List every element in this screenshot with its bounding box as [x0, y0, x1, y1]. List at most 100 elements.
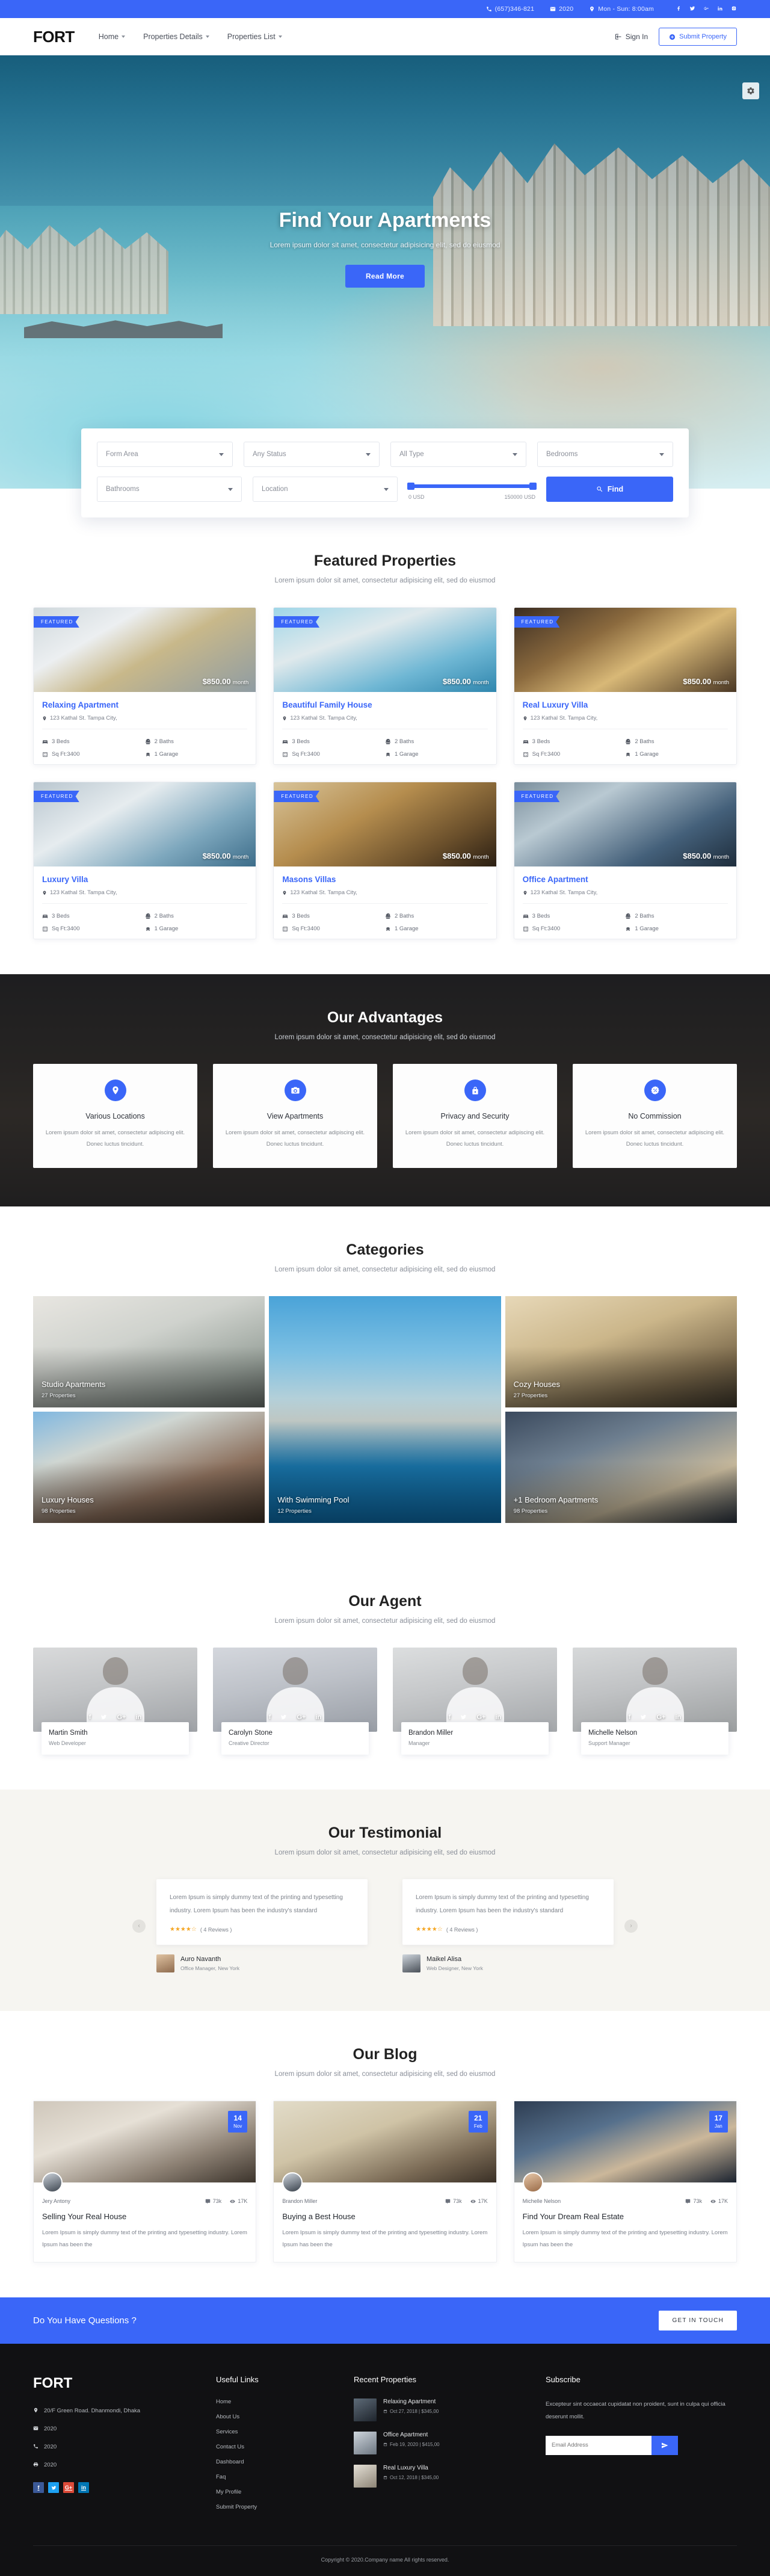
agent-card[interactable]: f G+ in Carolyn Stone Creative Director [213, 1648, 377, 1755]
submit-property-button[interactable]: Submit Property [659, 28, 737, 46]
property-card[interactable]: FEATURED $850.00 month Real Luxury Villa… [513, 607, 737, 765]
nav-item-properties-details[interactable]: Properties Details [143, 32, 209, 41]
price-range-slider[interactable]: 0 USD 150000 USD [407, 477, 537, 502]
blog-card[interactable]: 14 Nov Jery Antony 73k 17K Selling Your … [33, 2101, 257, 2262]
footer-recent-name[interactable]: Office Apartment [383, 2432, 440, 2438]
sign-in-link[interactable]: Sign In [615, 32, 648, 41]
testimonial-author-role: Office Manager, New York [180, 1965, 240, 1971]
agent-role: Support Manager [588, 1740, 630, 1746]
newsletter-submit-button[interactable] [651, 2435, 678, 2455]
footer-email: 2020 [33, 2424, 196, 2434]
facebook-icon[interactable]: f [269, 1714, 271, 1721]
property-name[interactable]: Relaxing Apartment [42, 700, 247, 709]
bedrooms-select[interactable]: Bedrooms [537, 442, 673, 467]
facebook-icon[interactable]: f [449, 1714, 451, 1721]
price-slider-min-handle[interactable] [407, 483, 414, 490]
footer-recent-name[interactable]: Relaxing Apartment [383, 2398, 439, 2405]
google-plus-icon[interactable] [703, 5, 709, 13]
blog-post-title[interactable]: Selling Your Real House [42, 2212, 247, 2221]
type-select[interactable]: All Type [390, 442, 526, 467]
linkedin-icon[interactable]: in [675, 1714, 681, 1721]
agent-card[interactable]: f G+ in Brandon Miller Manager [393, 1648, 557, 1755]
property-card[interactable]: FEATURED $850.00 month Masons Villas 123… [273, 782, 497, 939]
footer-link-submit-property[interactable]: Submit Property [216, 2504, 333, 2510]
category-card[interactable]: Luxury Houses 98 Properties [33, 1412, 265, 1523]
advantage-card[interactable]: Various Locations Lorem ipsum dolor sit … [33, 1064, 197, 1168]
price-slider-max-handle[interactable] [529, 483, 537, 490]
category-card[interactable]: +1 Bedroom Apartments 98 Properties [505, 1412, 737, 1523]
twitter-icon[interactable] [48, 2482, 59, 2494]
twitter-icon[interactable] [100, 1714, 107, 1720]
get-in-touch-button[interactable]: GET IN TOUCH [659, 2310, 737, 2330]
footer-recent-item[interactable]: Office Apartment Feb 19, 2020 | $415,00 [354, 2431, 525, 2454]
twitter-icon[interactable] [280, 1714, 287, 1720]
form-area-select[interactable]: Form Area [97, 442, 233, 467]
newsletter-email-input[interactable] [546, 2435, 651, 2455]
footer-recent-item[interactable]: Relaxing Apartment Oct 27, 2018 | $345,0… [354, 2398, 525, 2421]
status-select[interactable]: Any Status [244, 442, 380, 467]
testimonial-next-button[interactable]: › [624, 1919, 638, 1933]
calendar-icon [383, 2409, 387, 2413]
agent-card[interactable]: f G+ in Martin Smith Web Developer [33, 1648, 197, 1755]
footer-link-contact-us[interactable]: Contact Us [216, 2444, 333, 2450]
blog-post-title[interactable]: Buying a Best House [282, 2212, 487, 2221]
linkedin-icon[interactable] [717, 5, 723, 13]
google-plus-icon[interactable]: G+ [117, 1714, 126, 1721]
footer-link-home[interactable]: Home [216, 2398, 333, 2405]
advantage-card[interactable]: View Apartments Lorem ipsum dolor sit am… [213, 1064, 377, 1168]
blog-post-title[interactable]: Find Your Dream Real Estate [523, 2212, 728, 2221]
property-card[interactable]: FEATURED $850.00 month Relaxing Apartmen… [33, 607, 257, 765]
property-name[interactable]: Office Apartment [523, 875, 728, 884]
property-card[interactable]: FEATURED $850.00 month Office Apartment … [513, 782, 737, 939]
footer-link-faq[interactable]: Faq [216, 2474, 333, 2480]
twitter-icon[interactable] [640, 1714, 647, 1720]
facebook-icon[interactable] [676, 5, 682, 13]
advantage-card[interactable]: No Commission Lorem ipsum dolor sit amet… [573, 1064, 737, 1168]
property-card[interactable]: FEATURED $850.00 month Beautiful Family … [273, 607, 497, 765]
property-name[interactable]: Luxury Villa [42, 875, 247, 884]
linkedin-icon[interactable]: in [135, 1714, 141, 1721]
theme-settings-button[interactable] [742, 82, 759, 99]
bathrooms-select[interactable]: Bathrooms [97, 477, 242, 502]
property-name[interactable]: Beautiful Family House [282, 700, 487, 709]
advantage-card[interactable]: Privacy and Security Lorem ipsum dolor s… [393, 1064, 557, 1168]
testimonial-prev-button[interactable]: ‹ [132, 1919, 146, 1933]
chevron-down-icon [122, 36, 126, 38]
google-plus-icon[interactable]: G+ [63, 2482, 74, 2494]
site-logo[interactable]: FORT [33, 28, 75, 46]
category-card[interactable]: Cozy Houses 27 Properties [505, 1296, 737, 1407]
garage-icon [146, 752, 150, 756]
blog-card[interactable]: 17 Jan Michelle Nelson 73k 17K Find Your… [513, 2101, 737, 2262]
property-name[interactable]: Masons Villas [282, 875, 487, 884]
category-card[interactable]: With Swimming Pool 12 Properties [269, 1296, 501, 1523]
footer-link-services[interactable]: Services [216, 2429, 333, 2435]
footer-link-dashboard[interactable]: Dashboard [216, 2459, 333, 2465]
twitter-icon[interactable] [689, 5, 695, 13]
footer-recent-name[interactable]: Real Luxury Villa [383, 2465, 439, 2471]
linkedin-icon[interactable]: in [78, 2482, 89, 2494]
price-slider-track[interactable] [407, 483, 537, 490]
footer-link-about-us[interactable]: About Us [216, 2414, 333, 2420]
property-name[interactable]: Real Luxury Villa [523, 700, 728, 709]
property-card[interactable]: FEATURED $850.00 month Luxury Villa 123 … [33, 782, 257, 939]
linkedin-icon[interactable]: in [315, 1714, 321, 1721]
agent-card[interactable]: f G+ in Michelle Nelson Support Manager [573, 1648, 737, 1755]
twitter-icon[interactable] [460, 1714, 467, 1720]
google-plus-icon[interactable]: G+ [476, 1714, 485, 1721]
hero-read-more-button[interactable]: Read More [345, 265, 425, 288]
blog-card[interactable]: 21 Feb Brandon Miller 73k 17K Buying a B… [273, 2101, 497, 2262]
location-select[interactable]: Location [253, 477, 398, 502]
nav-item-properties-list[interactable]: Properties List [227, 32, 282, 41]
facebook-icon[interactable]: f [629, 1714, 631, 1721]
nav-item-home[interactable]: Home [99, 32, 126, 41]
instagram-icon[interactable] [731, 5, 737, 13]
facebook-icon[interactable]: f [33, 2482, 44, 2494]
footer-recent-item[interactable]: Real Luxury Villa Oct 12, 2018 | $345,00 [354, 2464, 525, 2488]
google-plus-icon[interactable]: G+ [297, 1714, 306, 1721]
linkedin-icon[interactable]: in [495, 1714, 501, 1721]
footer-link-my-profile[interactable]: My Profile [216, 2489, 333, 2495]
find-button[interactable]: Find [546, 477, 673, 502]
category-card[interactable]: Studio Apartments 27 Properties [33, 1296, 265, 1407]
google-plus-icon[interactable]: G+ [656, 1714, 665, 1721]
facebook-icon[interactable]: f [89, 1714, 91, 1721]
